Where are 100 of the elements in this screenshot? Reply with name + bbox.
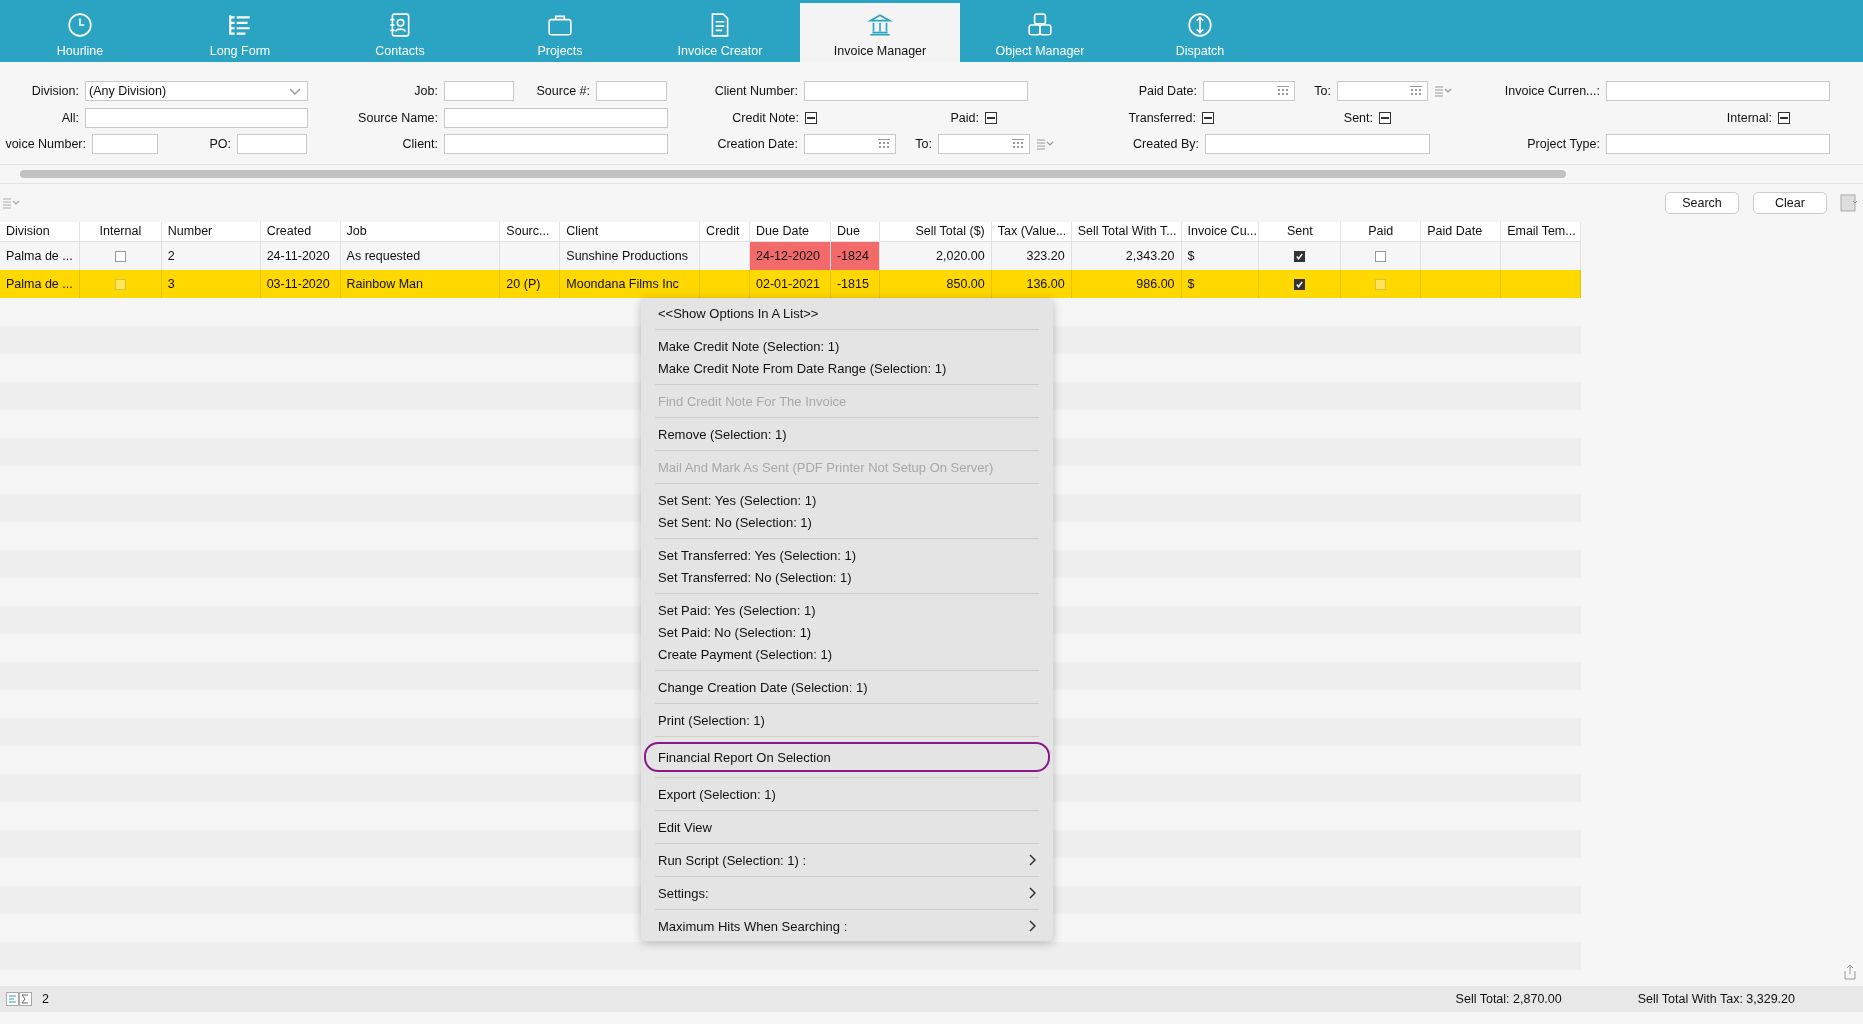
checkbox[interactable]	[1202, 111, 1214, 124]
menu-item[interactable]: Set Paid: No (Selection: 1)	[644, 621, 1050, 643]
checkbox[interactable]	[1375, 250, 1387, 262]
column-header[interactable]: Sourc...	[500, 222, 561, 241]
checkbox[interactable]	[1294, 250, 1306, 262]
menu-item[interactable]: Set Sent: Yes (Selection: 1)	[644, 489, 1050, 511]
field-label: Credit Note:	[731, 110, 799, 125]
checkbox[interactable]	[805, 111, 817, 124]
column-header[interactable]: Sell Total ($)	[879, 222, 992, 241]
table-cell: 24-12-2020	[756, 249, 820, 263]
field-label: Invoice Curren...:	[1503, 84, 1600, 99]
checkbox[interactable]	[1294, 278, 1306, 290]
field-label: Source #:	[535, 84, 590, 99]
checkbox[interactable]	[114, 250, 126, 262]
column-header[interactable]: Internal	[79, 222, 162, 241]
table-cell: Sunshine Productions	[566, 249, 688, 263]
input-field[interactable]	[85, 107, 308, 128]
summary-icons[interactable]	[6, 992, 32, 1006]
checkbox[interactable]	[1379, 111, 1391, 124]
columns-icon[interactable]	[1839, 193, 1859, 213]
column-header[interactable]: Number	[161, 222, 261, 241]
field-label: To:	[914, 137, 932, 152]
nav-tab[interactable]: Invoice Manager	[800, 3, 960, 62]
menu-item[interactable]: Maximum Hits When Searching :	[644, 915, 1050, 937]
calendar-icon	[1012, 139, 1024, 150]
table-cell: $	[1187, 249, 1195, 263]
table-cell: -1824	[836, 249, 869, 263]
input-field[interactable]	[596, 81, 667, 102]
table-cell: Moondana Films Inc	[566, 277, 679, 291]
arrows-circle-icon	[1187, 12, 1213, 38]
column-header[interactable]: Due Date	[750, 222, 831, 241]
menu-item[interactable]: Set Paid: Yes (Selection: 1)	[644, 599, 1050, 621]
column-header[interactable]: Sell Total With T...	[1071, 222, 1182, 241]
menu-item[interactable]: Edit View	[644, 816, 1050, 838]
column-header[interactable]: Tax (Value...	[991, 222, 1072, 241]
input-field[interactable]	[444, 81, 514, 102]
column-header[interactable]: Due	[830, 222, 880, 241]
menu-item[interactable]: Create Payment (Selection: 1)	[644, 643, 1050, 665]
share-icon[interactable]	[1843, 964, 1857, 980]
column-header[interactable]: Client	[560, 222, 701, 241]
input-field[interactable]	[237, 134, 307, 155]
menu-item[interactable]: Change Creation Date (Selection: 1)	[644, 676, 1050, 698]
field-label: Paid:	[949, 110, 979, 125]
menu-item[interactable]: Remove (Selection: 1)	[644, 423, 1050, 445]
menu-item[interactable]: Run Script (Selection: 1) :	[644, 849, 1050, 871]
calendar-icon	[1277, 86, 1289, 97]
input-field[interactable]	[444, 134, 668, 155]
table-row[interactable]: Palma de ... 3 03-11-2020 Rainbow Man 20 (P) Moondana Films Inc 02-01-2021 -1815 850.00 136.00 986.00 $	[0, 270, 1581, 298]
input-field[interactable]	[1606, 81, 1830, 102]
column-header[interactable]: Job	[340, 222, 501, 241]
list-icon	[227, 12, 253, 38]
table-cell: Palma de ...	[6, 277, 73, 291]
division-dropdown[interactable]: (Any Division)	[85, 81, 308, 102]
date-field[interactable]	[804, 134, 896, 155]
menu-item[interactable]: Export (Selection: 1)	[644, 783, 1050, 805]
column-header[interactable]: Credit	[700, 222, 751, 241]
search-button[interactable]: Search	[1665, 192, 1739, 214]
date-field[interactable]	[1337, 81, 1428, 102]
field-label: All:	[60, 110, 79, 125]
checkbox[interactable]	[985, 111, 997, 124]
menu-item[interactable]: Settings:	[644, 882, 1050, 904]
input-field[interactable]	[92, 134, 158, 155]
column-header[interactable]: Invoice Cu...	[1181, 222, 1260, 241]
table-cell: 986.00	[1136, 277, 1175, 291]
column-header[interactable]: Created	[260, 222, 341, 241]
menu-item[interactable]: Set Sent: No (Selection: 1)	[644, 511, 1050, 533]
list-options-icon[interactable]	[1434, 85, 1452, 98]
list-options-icon[interactable]	[2, 197, 20, 209]
table-cell: 2,020.00	[936, 249, 985, 263]
menu-item[interactable]: Make Credit Note From Date Range (Selection: 1)	[644, 357, 1050, 379]
field-label: Client Number:	[713, 84, 798, 99]
input-field[interactable]	[804, 81, 1028, 102]
sell-total-with-tax: Sell Total With Tax: 3,329.20	[1637, 992, 1795, 1006]
table-cell: 323.20	[1026, 249, 1065, 263]
clear-button[interactable]: Clear	[1753, 192, 1827, 214]
menu-item[interactable]: Set Transferred: No (Selection: 1)	[644, 566, 1050, 588]
date-field[interactable]	[938, 134, 1030, 155]
field-label: Job:	[413, 84, 438, 99]
menu-item[interactable]: Print (Selection: 1)	[644, 709, 1050, 731]
list-options-icon[interactable]	[1036, 138, 1054, 151]
table-cell: 03-11-2020	[266, 277, 330, 291]
input-field[interactable]	[444, 107, 668, 128]
checkbox[interactable]	[1778, 111, 1790, 124]
table-cell: 2,343.20	[1125, 249, 1175, 263]
input-field[interactable]	[1205, 134, 1430, 155]
menu-item[interactable]: Set Transferred: Yes (Selection: 1)	[644, 544, 1050, 566]
table-cell: -1815	[836, 277, 869, 291]
column-header[interactable]: Paid	[1341, 222, 1422, 241]
menu-item[interactable]: Make Credit Note (Selection: 1)	[644, 335, 1050, 357]
field-label: Sent:	[1342, 110, 1373, 125]
column-header[interactable]: Division	[0, 222, 80, 241]
column-header[interactable]: Paid Date	[1421, 222, 1502, 241]
column-header[interactable]: Email Tem...	[1501, 222, 1582, 241]
menu-item[interactable]: <<Show Options In A List>>	[644, 302, 1050, 324]
scrollbar-thumb[interactable]	[20, 170, 1566, 178]
column-header[interactable]: Sent	[1259, 222, 1342, 241]
date-field[interactable]	[1203, 81, 1295, 102]
menu-item[interactable]: Financial Report On Selection	[644, 742, 1050, 772]
input-field[interactable]	[1606, 134, 1830, 155]
table-cell: $	[1187, 277, 1195, 291]
